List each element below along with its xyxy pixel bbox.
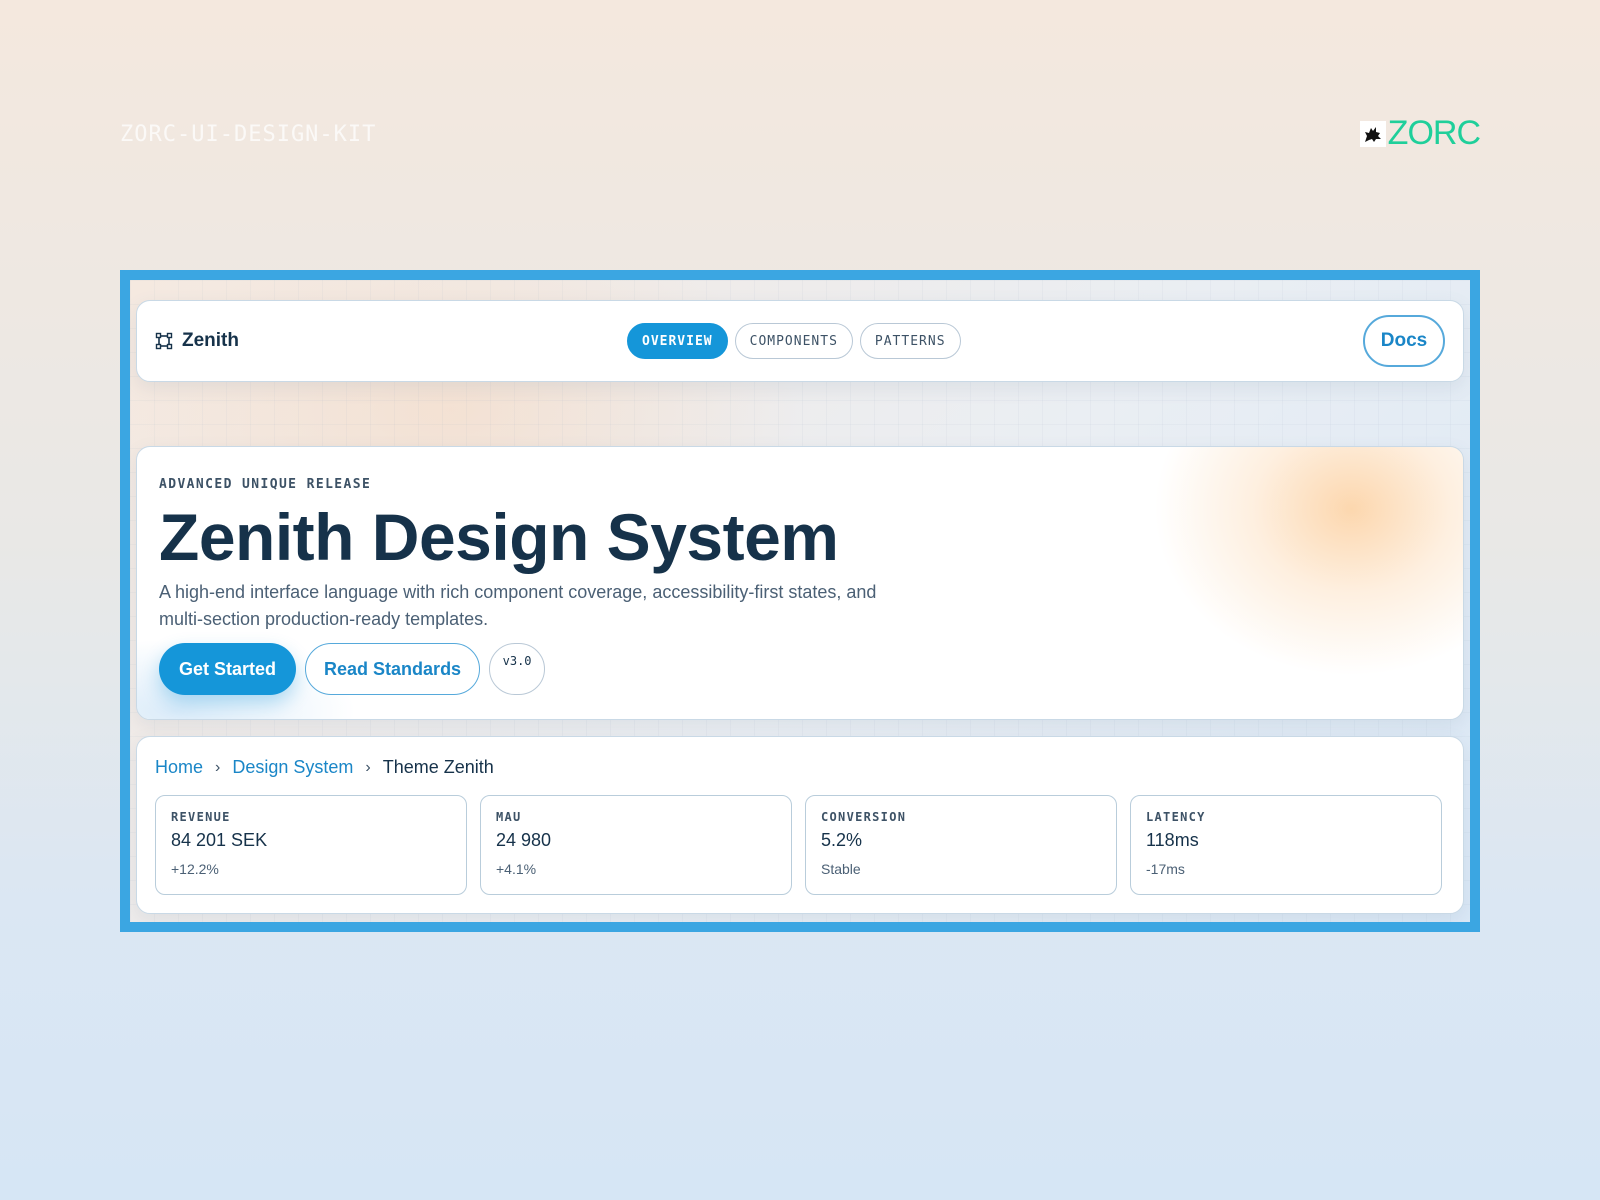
hero-actions: Get Started Read Standards v3.0 — [159, 643, 546, 695]
hero-eyebrow: ADVANCED UNIQUE RELEASE — [159, 477, 372, 492]
metric-label: MAU — [496, 810, 522, 824]
breadcrumb: Home › Design System › Theme Zenith — [155, 757, 494, 778]
metric-label: LATENCY — [1146, 810, 1206, 824]
breadcrumb-current: Theme Zenith — [382, 757, 494, 777]
metrics-panel: Home › Design System › Theme Zenith REVE… — [136, 736, 1464, 914]
app-name: Zenith — [182, 330, 239, 351]
frame-icon — [155, 332, 173, 350]
metric-value: 24 980 — [496, 830, 552, 850]
tab-overview[interactable]: OVERVIEW — [627, 323, 728, 359]
top-navigation: Zenith OVERVIEW COMPONENTS PATTERNS Docs — [136, 300, 1464, 382]
hero-glow — [1153, 447, 1463, 677]
app-logo[interactable]: Zenith — [155, 330, 239, 352]
breadcrumb-home[interactable]: Home — [155, 757, 203, 778]
metric-delta: -17ms — [1146, 861, 1185, 877]
read-standards-button[interactable]: Read Standards — [305, 643, 481, 695]
brand-name: ZORC — [1387, 114, 1481, 152]
docs-button[interactable]: Docs — [1363, 315, 1445, 367]
metric-value: 5.2% — [821, 830, 863, 850]
breadcrumb-design-system[interactable]: Design System — [232, 757, 353, 778]
metric-label: REVENUE — [171, 810, 231, 824]
nav-tabs: OVERVIEW COMPONENTS PATTERNS — [627, 323, 961, 359]
metric-value: 118ms — [1146, 830, 1199, 850]
chevron-right-icon: › — [365, 758, 371, 776]
hero-title: Zenith Design System — [159, 500, 839, 574]
metric-value: 84 201 SEK — [171, 830, 268, 850]
metric-card-conversion: CONVERSION 5.2% Stable — [805, 795, 1117, 895]
chevron-right-icon: › — [215, 758, 221, 776]
tab-components[interactable]: COMPONENTS — [734, 323, 853, 359]
wolf-icon — [1359, 120, 1386, 147]
kit-label: ZORC-UI-DESIGN-KIT — [120, 122, 377, 147]
metric-card-revenue: REVENUE 84 201 SEK +12.2% — [155, 795, 467, 895]
metric-delta: +4.1% — [496, 861, 537, 877]
get-started-button[interactable]: Get Started — [159, 643, 297, 695]
metric-label: CONVERSION — [821, 810, 907, 824]
metric-card-latency: LATENCY 118ms -17ms — [1130, 795, 1442, 895]
metric-cards: REVENUE 84 201 SEK +12.2% MAU 24 980 +4.… — [155, 795, 1442, 895]
tab-patterns[interactable]: PATTERNS — [859, 323, 961, 359]
metric-delta: Stable — [821, 861, 861, 877]
version-badge: v3.0 — [489, 643, 546, 695]
app-preview-frame: Zenith OVERVIEW COMPONENTS PATTERNS Docs… — [120, 270, 1480, 932]
brand-logo: ZORC — [1359, 114, 1481, 153]
hero-description: A high-end interface language with rich … — [159, 582, 877, 629]
metric-card-mau: MAU 24 980 +4.1% — [480, 795, 792, 895]
metric-delta: +12.2% — [171, 861, 219, 877]
hero-section: ADVANCED UNIQUE RELEASE Zenith Design Sy… — [136, 446, 1464, 720]
